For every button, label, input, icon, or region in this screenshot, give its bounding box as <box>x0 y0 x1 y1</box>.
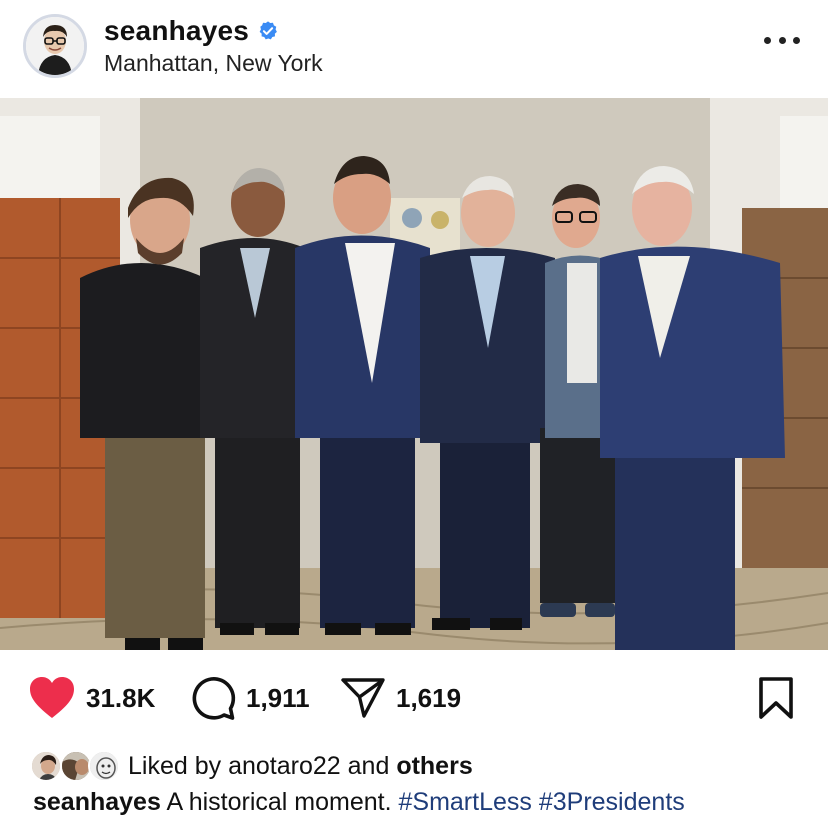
liked-by-user[interactable]: anotaro22 <box>228 752 341 780</box>
post-caption: seanhayes A historical moment. #SmartLes… <box>33 788 685 817</box>
action-bar: 31.8K 1,911 1,619 <box>0 668 828 728</box>
more-options-icon[interactable] <box>764 30 800 50</box>
like-button[interactable]: 31.8K <box>28 668 155 728</box>
liked-by-text: Liked by anotaro22 and others <box>128 752 473 781</box>
liked-by-row[interactable]: Liked by anotaro22 and others <box>30 748 473 784</box>
comment-bubble-icon <box>192 677 236 720</box>
liked-by-prefix: Liked by <box>128 751 222 780</box>
caption-username[interactable]: seanhayes <box>33 788 161 816</box>
liked-by-avatars <box>30 748 122 784</box>
username[interactable]: seanhayes <box>104 15 249 47</box>
profile-avatar[interactable] <box>23 14 87 78</box>
post-location[interactable]: Manhattan, New York <box>104 50 323 77</box>
share-button[interactable]: 1,619 <box>340 668 461 728</box>
caption-text: A historical moment. <box>166 788 392 816</box>
comment-button[interactable]: 1,911 <box>190 668 310 728</box>
bookmark-icon[interactable] <box>756 676 796 720</box>
heart-filled-icon <box>30 677 74 718</box>
hashtag-smartless[interactable]: #SmartLess <box>399 788 532 816</box>
avatar <box>30 750 62 782</box>
liked-by-joiner: and <box>347 751 390 780</box>
post-photo[interactable] <box>0 98 828 650</box>
verified-badge-icon <box>259 21 277 40</box>
comment-count: 1,911 <box>246 682 310 713</box>
like-count: 31.8K <box>86 682 156 713</box>
avatar <box>88 750 120 782</box>
share-count: 1,619 <box>396 682 462 713</box>
liked-by-others[interactable]: others <box>396 752 472 780</box>
paper-plane-icon <box>341 678 385 718</box>
post-header: seanhayes Manhattan, New York <box>0 0 828 96</box>
hashtag-3presidents[interactable]: #3Presidents <box>539 788 685 816</box>
